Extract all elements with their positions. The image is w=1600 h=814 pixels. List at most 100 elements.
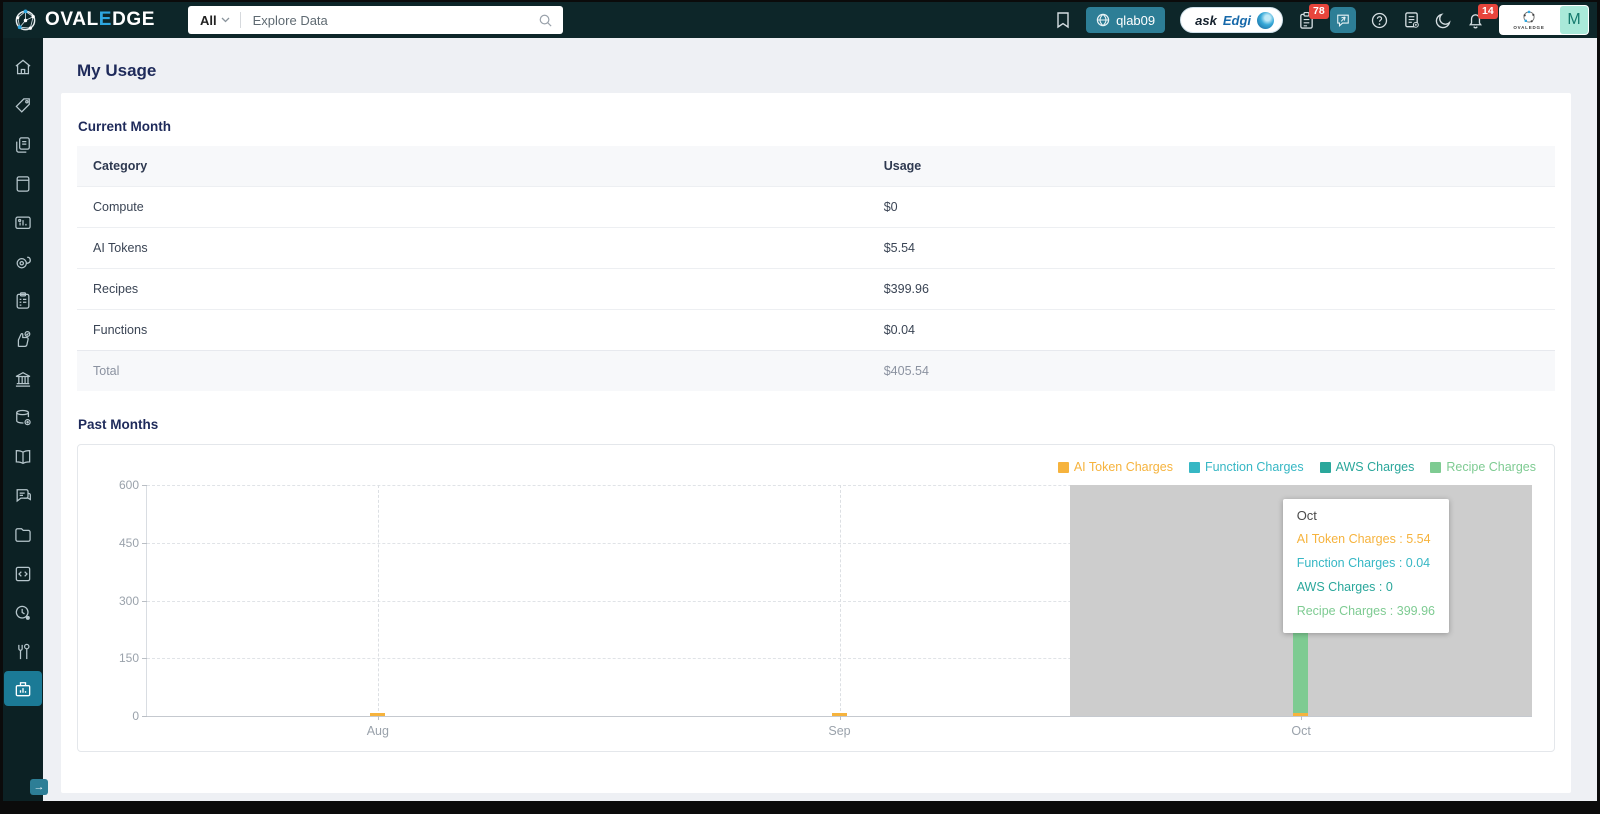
sidebar-item-tags[interactable] (3, 86, 43, 125)
legend-item[interactable]: Function Charges (1188, 460, 1304, 474)
search-scope-dropdown[interactable]: All (198, 13, 232, 28)
hand-check-icon (17, 330, 31, 347)
dark-mode-moon-icon[interactable] (1435, 12, 1452, 29)
usage-cell: $0 (867, 186, 1555, 228)
chart-bar[interactable] (369, 713, 385, 716)
sidebar-item-data-stores[interactable] (3, 398, 43, 437)
brand-wordmark: OVALEDGE (45, 9, 156, 30)
sidebar-item-lineage[interactable] (3, 242, 43, 281)
mini-brand-text: OVALEDGE (1513, 25, 1545, 30)
y-tick-mark (142, 600, 147, 602)
tooltip-title: Oct (1296, 508, 1317, 523)
category-cell: AI Tokens (77, 227, 868, 269)
category-cell: Functions (77, 309, 868, 351)
sidebar-item-approvals[interactable] (3, 320, 43, 359)
home-icon (15, 59, 31, 74)
legend-label: AWS Charges (1335, 460, 1415, 474)
pages-icon (16, 136, 30, 153)
column-header-category: Category (77, 146, 868, 187)
y-tick-mark (142, 542, 147, 544)
sidebar-item-home[interactable] (3, 47, 43, 86)
legend-item[interactable]: AI Token Charges (1057, 460, 1173, 474)
usage-cell: $399.96 (867, 268, 1555, 310)
folder-icon (15, 527, 31, 542)
environment-button[interactable]: qlab09 (1086, 7, 1166, 33)
tasks-badge: 78 (1309, 3, 1329, 19)
top-navbar: OVALEDGE All qlab09 askEdgi (3, 2, 1597, 38)
y-axis-label: 0 (132, 709, 139, 723)
global-search-bar: All (188, 6, 563, 34)
clock-gear-icon (15, 605, 30, 620)
table-row: Compute $0 (77, 186, 1555, 228)
legend-item[interactable]: Recipe Charges (1430, 460, 1536, 474)
lineage-icon (16, 256, 31, 268)
sidebar-expand-button[interactable]: → (30, 779, 48, 795)
sidebar-item-reports[interactable] (3, 203, 43, 242)
sidebar-item-projects[interactable] (3, 515, 43, 554)
legend-swatch-icon (1319, 461, 1331, 473)
sidebar-item-usage-dashboard[interactable] (4, 671, 42, 706)
total-label: Total (77, 350, 868, 391)
chat-send-icon (1337, 14, 1349, 27)
bookmark-icon[interactable] (1055, 11, 1071, 29)
user-avatar[interactable]: M (1560, 6, 1588, 34)
globe-icon (1096, 13, 1110, 27)
table-row: Functions $0.04 (77, 309, 1555, 351)
current-month-table-body: Compute $0 AI Tokens $5.54 Recipes $399.96 Fun… (77, 186, 1555, 351)
app-shell: My Usage Current Month Category Usage Co… (3, 38, 1597, 801)
table-row: AI Tokens $5.54 (77, 227, 1555, 269)
gridline-vertical (377, 485, 379, 716)
sidebar-item-checklist[interactable] (3, 281, 43, 320)
total-value: $405.54 (867, 350, 1555, 391)
tasks-clipboard-icon[interactable]: 78 (1298, 3, 1329, 30)
main-content: My Usage Current Month Category Usage Co… (43, 38, 1597, 801)
navbar-actions: qlab09 ask Edgi 78 14 OVALEDGE M (1055, 2, 1589, 38)
x-axis-labels-space (90, 717, 1542, 743)
chart-bar[interactable] (831, 713, 847, 716)
askedgi-button[interactable]: ask Edgi (1180, 7, 1283, 33)
search-input[interactable] (250, 11, 538, 29)
usage-cell: $0.04 (867, 309, 1555, 351)
legend-label: AI Token Charges (1073, 460, 1173, 474)
tooltip-line: Recipe Charges : 399.96 (1296, 604, 1435, 618)
legend-label: Recipe Charges (1446, 460, 1536, 474)
sidebar (3, 38, 43, 801)
tooltip-line: AI Token Charges : 5.54 (1296, 532, 1431, 546)
sidebar-item-jobs[interactable] (3, 593, 43, 632)
chat-bubbles-icon (16, 488, 31, 502)
current-month-table: Category Usage Compute $0 AI Tokens $5.54 Re… (77, 146, 1555, 391)
release-notes-icon[interactable] (1403, 11, 1420, 29)
help-icon[interactable] (1371, 12, 1388, 29)
notifications-badge: 14 (1478, 3, 1498, 19)
sidebar-item-tools[interactable] (3, 632, 43, 671)
tooltip-lines: AI Token Charges : 5.54 Function Charges … (1297, 527, 1435, 623)
code-file-icon (15, 566, 31, 581)
y-tick-mark (142, 485, 147, 486)
x-tick-mark (1301, 716, 1303, 720)
search-icon[interactable] (538, 13, 553, 28)
legend-item[interactable]: AWS Charges (1319, 460, 1415, 474)
sidebar-item-certifications[interactable] (3, 125, 43, 164)
legend-swatch-icon (1430, 461, 1442, 473)
x-axis-label: Oct (1291, 724, 1311, 738)
sidebar-item-business-glossary[interactable] (3, 437, 43, 476)
usage-card: Current Month Category Usage Compute $0 AI… (61, 93, 1571, 793)
profile-menu[interactable]: OVALEDGE M (1499, 5, 1589, 35)
sidebar-item-query-sheet[interactable] (3, 554, 43, 593)
gridline-vertical (839, 485, 841, 716)
y-axis-label: 300 (118, 593, 139, 608)
notifications-bell-icon[interactable]: 14 (1467, 3, 1498, 30)
past-months-heading: Past Months (78, 417, 159, 432)
ovaledge-logo[interactable]: OVALEDGE (13, 8, 155, 33)
chat-assistant-button[interactable] (1330, 7, 1356, 33)
category-cell: Compute (77, 186, 868, 228)
y-axis-label: 450 (118, 535, 139, 550)
sidebar-item-governance[interactable] (3, 359, 43, 398)
current-month-heading: Current Month (78, 119, 171, 134)
legend-label: Function Charges (1204, 460, 1304, 474)
sidebar-item-catalog[interactable] (3, 164, 43, 203)
sidebar-item-collaboration[interactable] (3, 476, 43, 515)
open-book-icon (15, 449, 31, 464)
report-chart-icon (15, 216, 31, 229)
chart-bar[interactable] (1293, 713, 1309, 716)
